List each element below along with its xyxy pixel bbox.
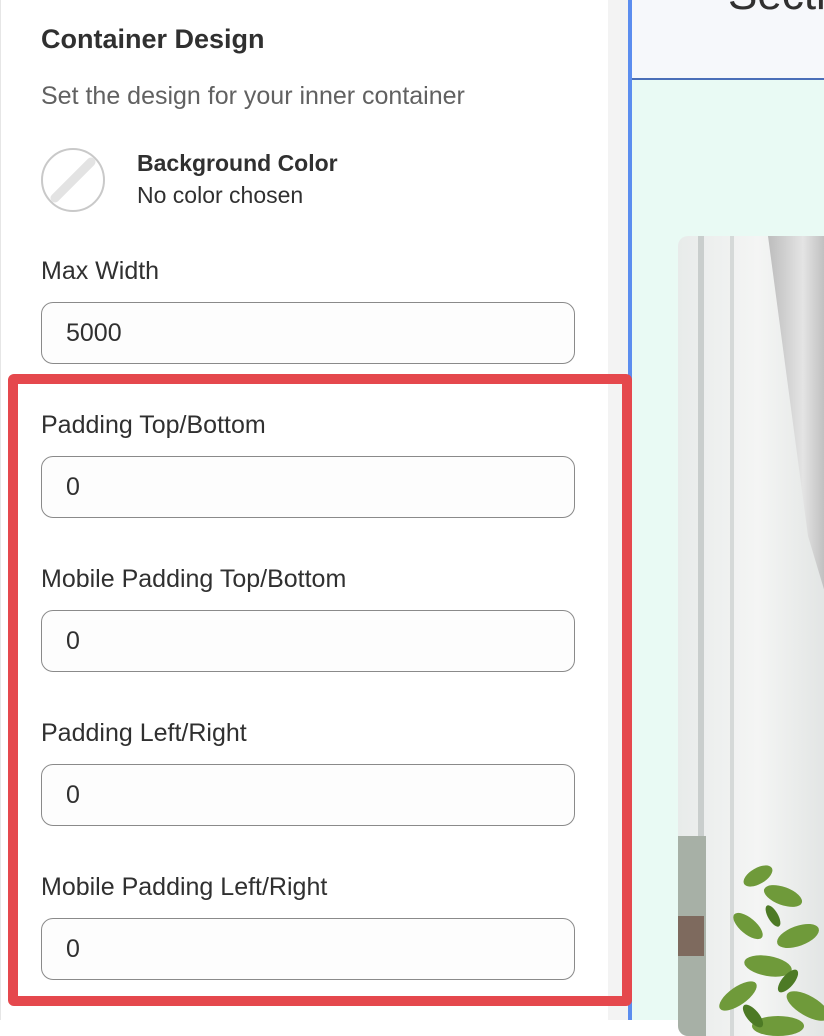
background-color-swatch[interactable] [41,148,105,212]
mobile-padding-left-right-input[interactable] [41,918,575,980]
preview-section-header[interactable]: Secti [632,0,824,80]
container-design-title: Container Design [41,24,265,54]
container-design-subtitle: Set the design for your inner container [41,82,465,110]
settings-panel: Container Design Set the design for your… [0,0,610,1020]
padding-top-bottom-input[interactable] [41,456,575,518]
max-width-label: Max Width [41,257,160,285]
preview-image[interactable] [678,236,824,1036]
preview-section-heading: Secti [728,0,824,20]
background-color-label: Background Color [137,150,338,176]
padding-left-right-input[interactable] [41,764,575,826]
panel-scroll-gutter [608,0,628,1020]
mobile-padding-left-right-label: Mobile Padding Left/Right [41,873,328,901]
mobile-padding-top-bottom-input[interactable] [41,610,575,672]
mobile-padding-top-bottom-label: Mobile Padding Top/Bottom [41,565,347,593]
no-color-icon [50,157,96,203]
background-color-value: No color chosen [137,182,304,208]
padding-left-right-label: Padding Left/Right [41,719,247,747]
page-preview[interactable]: Secti [628,0,824,1036]
plant-window-image [678,236,824,1036]
padding-top-bottom-label: Padding Top/Bottom [41,411,266,439]
max-width-input[interactable] [41,302,575,364]
